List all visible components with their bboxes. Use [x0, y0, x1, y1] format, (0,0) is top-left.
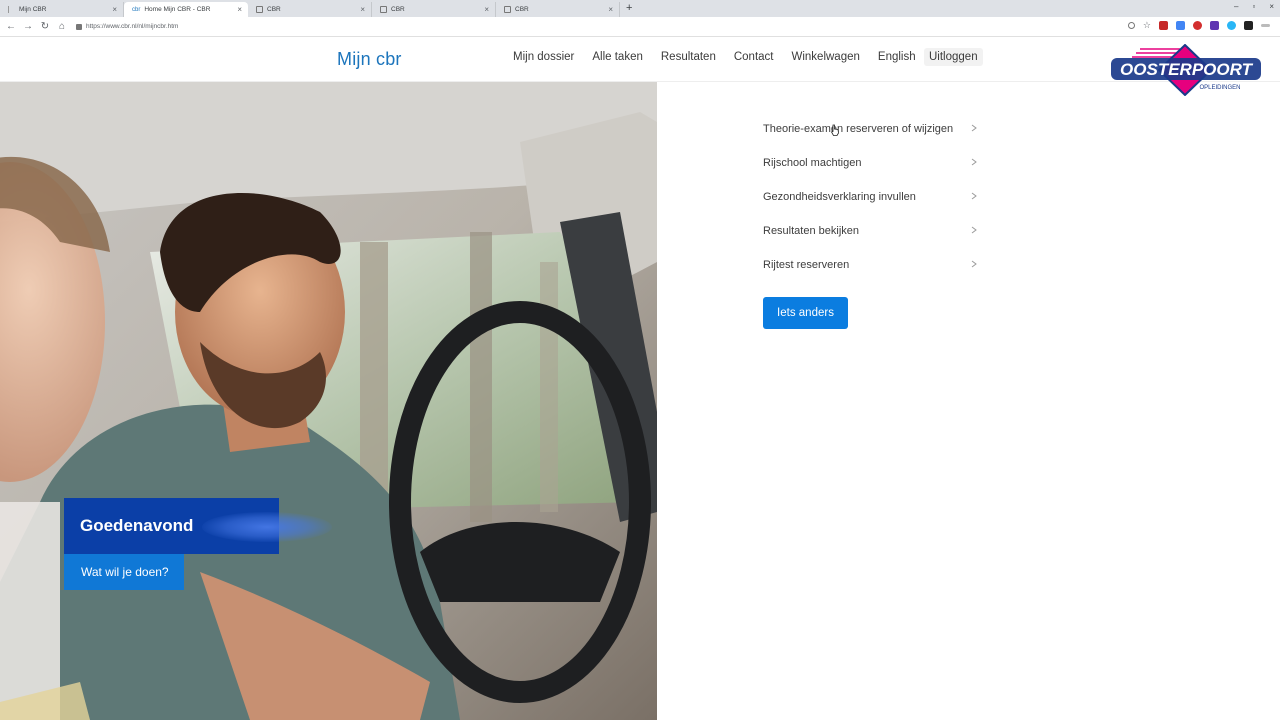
close-icon[interactable]: × — [484, 5, 489, 14]
document-icon — [256, 6, 263, 13]
url-text: https://www.cbr.nl/nl/mijncbr.htm — [86, 23, 179, 30]
nav-alle-taken[interactable]: Alle taken — [592, 51, 643, 63]
logo-subtext: OPLEIDINGEN — [1199, 85, 1240, 91]
extension-purple-icon[interactable] — [1210, 21, 1219, 30]
address-bar[interactable]: https://www.cbr.nl/nl/mijncbr.htm — [76, 20, 1136, 34]
reload-icon[interactable]: ↻ — [37, 21, 53, 32]
nav-mijn-dossier[interactable]: Mijn dossier — [513, 51, 574, 63]
document-icon — [504, 6, 511, 13]
close-icon[interactable]: × — [112, 5, 117, 14]
nav-contact[interactable]: Contact — [734, 51, 774, 63]
back-arrow-icon[interactable]: ← — [3, 21, 19, 32]
browser-tab-1[interactable]: Mijn CBR × — [0, 2, 124, 17]
page-favicon-icon — [8, 6, 15, 13]
iets-anders-button[interactable]: Iets anders — [763, 297, 848, 329]
task-label: Theorie-examen reserveren of wijzigen — [763, 123, 954, 135]
window-controls: – ▫ × — [1234, 2, 1274, 11]
lock-icon — [76, 23, 82, 30]
extension-red-icon[interactable] — [1159, 21, 1168, 30]
chevron-right-icon — [971, 226, 977, 234]
task-label: Rijtest reserveren — [763, 259, 850, 271]
task-label: Resultaten bekijken — [763, 225, 860, 237]
close-icon[interactable]: × — [237, 5, 242, 14]
nav-resultaten[interactable]: Resultaten — [661, 51, 716, 63]
nav-winkelwagen[interactable]: Winkelwagen — [792, 51, 860, 63]
cloud-icon[interactable] — [1227, 21, 1236, 30]
close-icon[interactable]: × — [608, 5, 613, 14]
greeting-banner: Goedenavond — [64, 498, 332, 554]
forward-arrow-icon[interactable]: → — [20, 21, 36, 32]
task-theorie-examen[interactable]: Theorie-examen reserveren of wijzigen — [763, 112, 981, 146]
new-tab-icon[interactable]: + — [626, 2, 632, 17]
menu-icon[interactable] — [1261, 24, 1270, 27]
task-list: Theorie-examen reserveren of wijzigen Ri… — [763, 112, 981, 282]
adblock-icon[interactable] — [1193, 21, 1202, 30]
zoom-icon[interactable] — [1127, 22, 1135, 29]
nav-buttons: ← → ↻ ⌂ — [3, 21, 70, 32]
task-label: Gezondheidsverklaring invullen — [763, 191, 916, 203]
task-rijtest-reserveren[interactable]: Rijtest reserveren — [763, 248, 981, 282]
tab-label: CBR — [267, 6, 281, 13]
site-header: Mijn cbr Mijn dossier Alle taken Resulta… — [0, 38, 1280, 82]
oosterpoort-logo: OOSTERPOORT OPLEIDINGEN — [1111, 44, 1261, 96]
minimize-icon[interactable]: – — [1234, 2, 1238, 11]
shield-icon[interactable] — [1244, 21, 1253, 30]
logout-button[interactable]: Uitloggen — [924, 48, 983, 66]
browser-toolbar: ← → ↻ ⌂ https://www.cbr.nl/nl/mijncbr.ht… — [0, 17, 1280, 37]
browser-tab-2[interactable]: cbr Home Mijn CBR - CBR × — [124, 2, 248, 17]
maximize-icon[interactable]: ▫ — [1252, 2, 1255, 11]
chevron-right-icon — [971, 124, 977, 132]
browser-tab-bar: Mijn CBR × cbr Home Mijn CBR - CBR × CBR… — [0, 0, 1280, 17]
tab-label: Home Mijn CBR - CBR — [144, 6, 211, 13]
tab-label: CBR — [515, 6, 529, 13]
hand-cursor-icon — [830, 124, 839, 136]
tab-label: CBR — [391, 6, 405, 13]
hero-photo — [0, 82, 657, 720]
extension-blue-icon[interactable] — [1176, 21, 1185, 30]
greeting-text: Goedenavond — [80, 516, 194, 535]
close-icon[interactable]: × — [360, 5, 365, 14]
tab-label: Mijn CBR — [19, 6, 47, 13]
redacted-name-blur — [202, 512, 332, 542]
chevron-right-icon — [971, 260, 977, 268]
star-icon[interactable]: ☆ — [1143, 21, 1151, 30]
logo-text: OOSTERPOORT — [1120, 60, 1254, 79]
browser-tab-4[interactable]: CBR × — [372, 2, 496, 17]
hero-image: Goedenavond Wat wil je doen? — [0, 82, 657, 720]
main-nav: Mijn dossier Alle taken Resultaten Conta… — [513, 51, 934, 63]
task-gezondheidsverklaring[interactable]: Gezondheidsverklaring invullen — [763, 180, 981, 214]
site-brand[interactable]: Mijn cbr — [337, 49, 402, 70]
browser-tab-5[interactable]: CBR × — [496, 2, 620, 17]
task-resultaten-bekijken[interactable]: Resultaten bekijken — [763, 214, 981, 248]
cbr-favicon-icon: cbr — [132, 6, 141, 13]
browser-tab-3[interactable]: CBR × — [248, 2, 372, 17]
nav-english[interactable]: English — [878, 51, 916, 63]
chevron-right-icon — [971, 192, 977, 200]
prompt-banner: Wat wil je doen? — [64, 554, 184, 590]
chevron-right-icon — [971, 158, 977, 166]
extension-icons: ☆ — [1127, 21, 1270, 30]
task-label: Rijschool machtigen — [763, 157, 862, 169]
close-window-icon[interactable]: × — [1269, 2, 1274, 11]
task-rijschool-machtigen[interactable]: Rijschool machtigen — [763, 146, 981, 180]
home-icon[interactable]: ⌂ — [54, 21, 70, 32]
document-icon — [380, 6, 387, 13]
